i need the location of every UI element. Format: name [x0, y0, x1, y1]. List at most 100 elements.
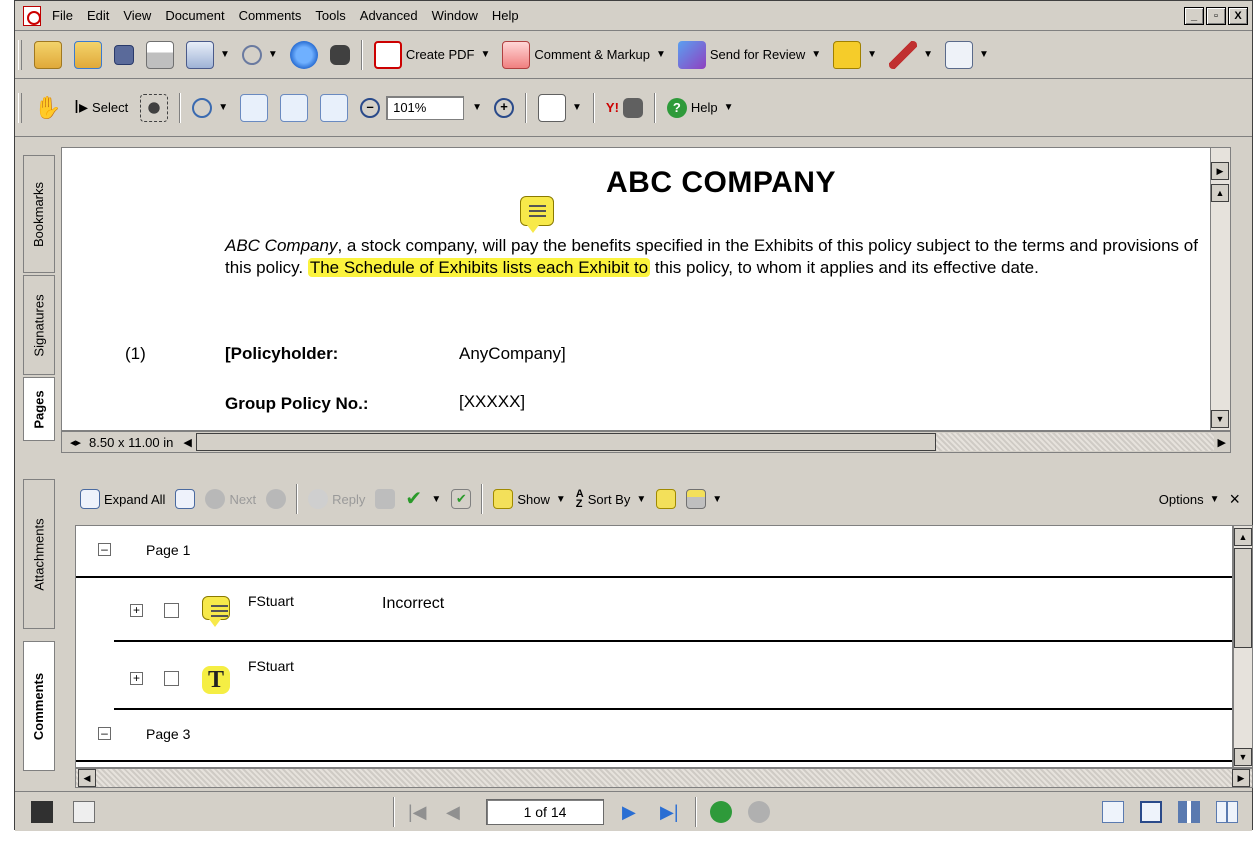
toggle-panel-icon[interactable]: [73, 800, 95, 823]
options-button[interactable]: Options ▼: [1154, 483, 1225, 515]
single-page-icon[interactable]: [1102, 800, 1124, 823]
comment-item[interactable]: + FStuart Incorrect: [76, 578, 1232, 640]
send-review-button[interactable]: Send for Review ▼: [672, 37, 827, 73]
hand-tool-button[interactable]: ✋: [28, 90, 68, 126]
page-group-3[interactable]: – Page 3: [76, 710, 1232, 760]
tab-bookmarks[interactable]: Bookmarks: [23, 155, 55, 273]
snapshot-button[interactable]: [134, 90, 174, 126]
comment-checkbox[interactable]: [164, 671, 179, 686]
zoom-out-button[interactable]: –: [354, 90, 386, 126]
open-button[interactable]: [28, 37, 68, 73]
actual-size-button[interactable]: [234, 90, 274, 126]
menu-help[interactable]: Help: [485, 8, 526, 23]
zoom-in-button[interactable]: +: [488, 90, 520, 126]
comment-checkbox[interactable]: [164, 603, 179, 618]
forms-button[interactable]: ▼: [939, 37, 995, 73]
document-vertical-scrollbar[interactable]: ▶ ▲ ▼: [1210, 148, 1230, 430]
scroll-left-arrow-icon[interactable]: ◀: [183, 436, 191, 449]
collapse-icon[interactable]: –: [98, 727, 111, 740]
tab-comments[interactable]: Comments: [23, 641, 55, 771]
scroll-up-arrow-icon[interactable]: ▲: [1211, 184, 1229, 202]
continuous-facing-icon[interactable]: [1216, 800, 1238, 823]
next-button[interactable]: Next: [200, 483, 261, 515]
checkmark-button[interactable]: ✔: [446, 483, 476, 515]
menu-advanced[interactable]: Advanced: [353, 8, 425, 23]
prev-page-icon[interactable]: ◀: [446, 801, 468, 823]
scroll-down-arrow-icon[interactable]: ▼: [1211, 410, 1229, 428]
save-button[interactable]: [108, 37, 140, 73]
collapse-icon[interactable]: –: [98, 543, 111, 556]
organizer-button[interactable]: ▼: [180, 37, 236, 73]
secure-button[interactable]: ▼: [827, 37, 883, 73]
search-comments-button[interactable]: [651, 483, 681, 515]
menu-tools[interactable]: Tools: [308, 8, 352, 23]
scroll-left-arrow-icon[interactable]: ◀: [78, 769, 96, 787]
restore-button[interactable]: ▫: [1206, 6, 1226, 25]
create-pdf-button[interactable]: Create PDF ▼: [368, 37, 497, 73]
expand-icon[interactable]: +: [130, 604, 143, 617]
comments-horizontal-scrollbar[interactable]: ◀ ▶: [75, 768, 1253, 788]
menu-document[interactable]: Document: [158, 8, 231, 23]
highlighted-text[interactable]: The Schedule of Exhibits lists each Exhi…: [307, 258, 651, 277]
back-icon[interactable]: [710, 800, 732, 823]
zoom-dropdown-button[interactable]: ▼: [464, 90, 488, 126]
attach-button[interactable]: ▼: [236, 37, 284, 73]
menu-comments[interactable]: Comments: [232, 8, 309, 23]
delete-button[interactable]: [370, 483, 400, 515]
print-comments-button[interactable]: ▼: [681, 483, 727, 515]
menu-window[interactable]: Window: [425, 8, 485, 23]
pages-button[interactable]: ▼: [532, 90, 588, 126]
show-button[interactable]: Show ▼: [488, 483, 570, 515]
scroll-down-arrow-icon[interactable]: ▼: [1234, 748, 1252, 766]
comment-item[interactable]: + T FStuart: [76, 642, 1232, 708]
menu-edit[interactable]: Edit: [80, 8, 116, 23]
comment-markup-button[interactable]: Comment & Markup ▼: [496, 37, 672, 73]
yahoo-toolbar-button[interactable]: Y!: [600, 90, 649, 126]
scroll-up-arrow-icon[interactable]: ▲: [1234, 528, 1252, 546]
page-group-1[interactable]: – Page 1: [76, 526, 1232, 576]
expand-all-button[interactable]: Expand All: [75, 483, 170, 515]
document-view[interactable]: ABC COMPANY ABC Company, a stock company…: [61, 147, 1231, 431]
close-window-button[interactable]: X: [1228, 6, 1248, 25]
horizontal-scroll-track[interactable]: [195, 433, 1214, 451]
menu-file[interactable]: File: [45, 8, 80, 23]
last-page-icon[interactable]: ▶|: [660, 801, 682, 823]
facing-icon[interactable]: [1178, 800, 1200, 823]
pdf-icon[interactable]: [23, 5, 41, 26]
email-button[interactable]: [284, 37, 324, 73]
comments-vertical-scrollbar[interactable]: ▲ ▼: [1233, 525, 1253, 768]
help-button[interactable]: ? Help ▼: [661, 90, 740, 126]
fit-page-button[interactable]: [274, 90, 314, 126]
set-status-button[interactable]: ✔ ▼: [400, 483, 446, 515]
monitor-icon[interactable]: [31, 800, 53, 823]
page-number-input[interactable]: 1 of 14: [486, 798, 604, 825]
tab-signatures[interactable]: Signatures: [23, 275, 55, 375]
zoom-input[interactable]: 101%: [386, 95, 465, 120]
fit-width-button[interactable]: [314, 90, 354, 126]
sign-button[interactable]: ▼: [883, 37, 939, 73]
menu-view[interactable]: View: [116, 8, 158, 23]
vertical-scroll-thumb[interactable]: [1234, 548, 1252, 648]
continuous-icon[interactable]: [1140, 800, 1162, 823]
first-page-icon[interactable]: |◀: [408, 801, 430, 823]
reply-button[interactable]: Reply: [303, 483, 370, 515]
collapse-all-button[interactable]: [170, 483, 200, 515]
close-comments-button[interactable]: ×: [1224, 483, 1245, 515]
print-button[interactable]: [140, 37, 180, 73]
share-folder-button[interactable]: [68, 37, 108, 73]
previous-button[interactable]: [261, 483, 291, 515]
toolbar-grip[interactable]: [18, 39, 22, 70]
split-handle-icon[interactable]: ◂▸: [70, 436, 81, 449]
tab-pages[interactable]: Pages: [23, 377, 55, 441]
toolbar-grip[interactable]: [18, 92, 22, 123]
select-tool-button[interactable]: I▸ Select: [68, 90, 134, 126]
tab-attachments[interactable]: Attachments: [23, 479, 55, 629]
next-page-icon[interactable]: ▶: [622, 801, 644, 823]
forward-icon[interactable]: [748, 800, 770, 823]
minimize-button[interactable]: _: [1184, 6, 1204, 25]
scroll-right-arrow-icon[interactable]: ▶: [1211, 162, 1229, 180]
horizontal-scroll-thumb[interactable]: [195, 433, 936, 451]
zoom-tool-button[interactable]: ▼: [186, 90, 234, 126]
expand-icon[interactable]: +: [130, 672, 143, 685]
note-icon[interactable]: [520, 196, 554, 233]
